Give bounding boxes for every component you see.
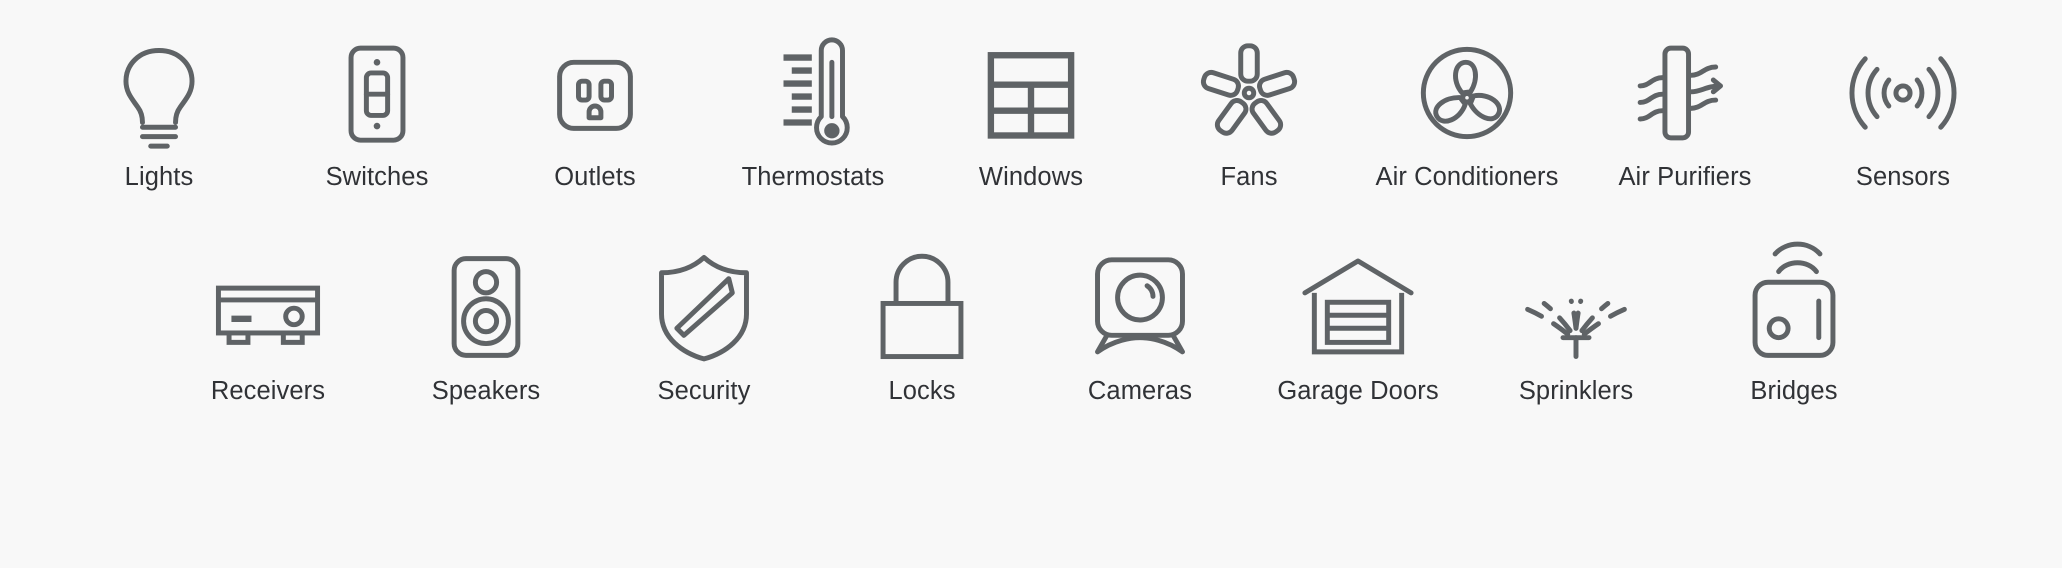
device-category-security[interactable]: Security <box>595 242 813 406</box>
device-category-label: Fans <box>1220 163 1278 191</box>
device-category-sensors[interactable]: Sensors <box>1794 28 2012 192</box>
device-category-label: Sensors <box>1855 163 1951 191</box>
device-category-label: Air Purifiers <box>1618 163 1752 191</box>
device-category-windows[interactable]: Windows <box>922 28 1140 192</box>
device-category-receivers[interactable]: Receivers <box>159 242 377 406</box>
power-outlet-icon <box>530 28 660 158</box>
device-category-label: Windows <box>978 163 1084 191</box>
shield-icon <box>639 242 769 372</box>
air-conditioner-icon <box>1402 28 1532 158</box>
bridge-hub-icon <box>1729 241 1859 372</box>
device-category-label: Receivers <box>210 377 326 405</box>
device-category-sprinklers[interactable]: Sprinklers <box>1467 242 1685 406</box>
light-switch-icon <box>312 28 442 158</box>
device-category-air-conditioners[interactable]: Air Conditioners <box>1358 28 1576 192</box>
device-category-label: Locks <box>888 377 956 405</box>
camera-icon <box>1075 242 1205 372</box>
device-category-outlets[interactable]: Outlets <box>486 28 704 192</box>
device-category-fans[interactable]: Fans <box>1140 28 1358 192</box>
device-category-lights[interactable]: Lights <box>50 28 268 192</box>
light-bulb-icon <box>94 28 224 158</box>
sprinkler-icon <box>1511 242 1641 372</box>
device-category-board: Lights Switches Outlets Thermostats Wind… <box>0 0 2062 568</box>
window-icon <box>966 28 1096 158</box>
thermometer-icon <box>748 28 878 158</box>
device-category-label: Speakers <box>431 377 541 405</box>
device-row-primary: Lights Switches Outlets Thermostats Wind… <box>0 0 2062 192</box>
device-category-label: Switches <box>325 163 429 191</box>
device-category-cameras[interactable]: Cameras <box>1031 242 1249 406</box>
device-category-label: Thermostats <box>741 163 885 191</box>
padlock-icon <box>857 242 987 372</box>
device-row-secondary: Receivers Speakers Security Locks Camera… <box>0 192 2062 406</box>
device-category-label: Bridges <box>1750 377 1838 405</box>
device-category-locks[interactable]: Locks <box>813 242 1031 406</box>
device-category-label: Air Conditioners <box>1375 163 1559 191</box>
device-category-label: Outlets <box>554 163 636 191</box>
device-category-garage-doors[interactable]: Garage Doors <box>1249 242 1467 406</box>
device-category-thermostats[interactable]: Thermostats <box>704 28 922 192</box>
air-purifier-icon <box>1620 28 1750 158</box>
garage-door-icon <box>1293 242 1423 372</box>
device-category-label: Cameras <box>1087 377 1193 405</box>
device-category-label: Security <box>657 377 751 405</box>
ceiling-fan-icon <box>1184 28 1314 158</box>
device-category-air-purifiers[interactable]: Air Purifiers <box>1576 28 1794 192</box>
device-category-bridges[interactable]: Bridges <box>1685 241 1903 406</box>
av-receiver-icon <box>203 242 333 372</box>
speaker-icon <box>421 242 551 372</box>
device-category-label: Sprinklers <box>1518 377 1634 405</box>
device-category-speakers[interactable]: Speakers <box>377 242 595 406</box>
device-category-label: Garage Doors <box>1277 377 1439 405</box>
device-category-switches[interactable]: Switches <box>268 28 486 192</box>
sensor-waves-icon <box>1838 28 1968 158</box>
device-category-label: Lights <box>124 163 194 191</box>
